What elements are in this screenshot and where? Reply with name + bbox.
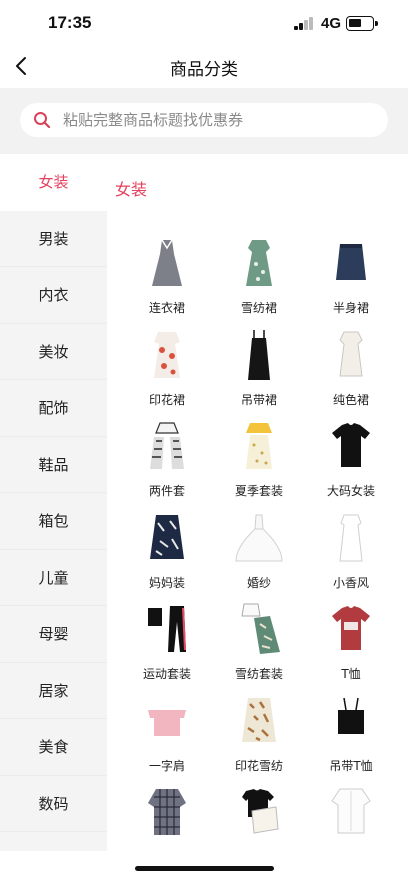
- sidebar-item[interactable]: 内衣: [0, 267, 107, 324]
- subcategory-item[interactable]: [121, 783, 213, 851]
- subcategory-label: 纯色裙: [332, 392, 369, 407]
- network-type: 4G: [321, 15, 342, 32]
- sidebar-item[interactable]: 女装: [0, 154, 107, 211]
- subcategory-label: 运动套装: [142, 667, 191, 681]
- sidebar-item[interactable]: 儿童: [0, 550, 107, 606]
- sport-set-icon: [140, 600, 194, 658]
- subcategory-label: 印花雪纺: [234, 758, 283, 773]
- two-piece-set-icon: [140, 417, 194, 475]
- section-title: 女装: [115, 180, 148, 199]
- subcategory-grid: 连衣裙 雪纺裙 半身裙印花裙 吊带裙 纯色裙两件套 夏季套装 大码女装妈妈装 婚纱 小香风运动套…: [121, 234, 401, 851]
- dress-icon: [140, 234, 194, 292]
- wedding-dress-icon: [232, 509, 286, 567]
- subcategory-item[interactable]: 妈妈装: [121, 509, 213, 601]
- subcategory-item[interactable]: 吊带T恤: [305, 692, 397, 784]
- search-input[interactable]: [63, 103, 373, 137]
- sidebar-item[interactable]: 箱包: [0, 493, 107, 550]
- subcategory-item[interactable]: 连衣裙: [121, 234, 213, 326]
- solid-dress-icon: [324, 326, 378, 384]
- tee-set-icon: [232, 783, 286, 841]
- subcategory-item[interactable]: 一字肩: [121, 692, 213, 784]
- subcategory-item[interactable]: 两件套: [121, 417, 213, 509]
- chiffon-set-icon: [232, 600, 286, 658]
- subcategory-item[interactable]: 雪纺套装: [213, 600, 305, 692]
- subcategory-label: 小香风: [332, 575, 369, 590]
- subcategory-item[interactable]: 婚纱: [213, 509, 305, 601]
- mom-wear-icon: [140, 509, 194, 567]
- subcategory-item[interactable]: 半身裙: [305, 234, 397, 326]
- subcategory-item[interactable]: T恤: [305, 600, 397, 692]
- chiffon-dress-icon: [232, 234, 286, 292]
- tshirt-red-icon: [324, 600, 378, 658]
- subcategory-item[interactable]: 吊带裙: [213, 326, 305, 418]
- subcategory-item[interactable]: 运动套装: [121, 600, 213, 692]
- subcategory-item[interactable]: 印花裙: [121, 326, 213, 418]
- signal-bars-icon: [294, 17, 314, 30]
- skirt-icon: [324, 234, 378, 292]
- subcategory-label: 吊带裙: [240, 392, 277, 407]
- subcategory-item[interactable]: 夏季套装: [213, 417, 305, 509]
- search-area: [0, 88, 408, 154]
- plaid-blouse-icon: [140, 783, 194, 841]
- subcategory-item[interactable]: 纯色裙: [305, 326, 397, 418]
- off-shoulder-top-icon: [140, 692, 194, 750]
- sidebar-item[interactable]: 居家: [0, 663, 107, 719]
- home-indicator: [135, 866, 274, 871]
- sidebar-item[interactable]: 配饰: [0, 380, 107, 437]
- status-bar: 17:35 4G: [0, 0, 408, 46]
- subcategory-label: 婚纱: [246, 575, 271, 590]
- tshirt-icon: [324, 417, 378, 475]
- sidebar-item[interactable]: 鞋品: [0, 437, 107, 493]
- summer-set-icon: [232, 417, 286, 475]
- subcategory-label: 一字肩: [148, 758, 185, 773]
- subcategory-item[interactable]: 印花雪纺: [213, 692, 305, 784]
- subcategory-label: 两件套: [148, 484, 185, 498]
- subcategory-label: 雪纺套装: [234, 667, 283, 681]
- search-box[interactable]: [20, 103, 388, 137]
- chanel-style-icon: [324, 509, 378, 567]
- camisole-icon: [324, 692, 378, 750]
- search-icon: [34, 112, 51, 129]
- sidebar-item[interactable]: 美妆: [0, 324, 107, 380]
- status-time: 17:35: [48, 13, 92, 32]
- subcategory-label: 印花裙: [148, 392, 185, 407]
- slip-dress-icon: [232, 326, 286, 384]
- subcategory-label: T恤: [341, 667, 361, 681]
- sidebar-item[interactable]: 美食: [0, 719, 107, 776]
- printed-dress-icon: [140, 326, 194, 384]
- subcategory-label: 大码女装: [326, 484, 375, 498]
- sidebar-item[interactable]: 男装: [0, 211, 107, 267]
- white-blouse-icon: [324, 783, 378, 841]
- subcategory-item[interactable]: 小香风: [305, 509, 397, 601]
- subcategory-label: 夏季套装: [234, 484, 283, 498]
- subcategory-label: 吊带T恤: [329, 758, 373, 773]
- page-title: 商品分类: [170, 60, 238, 80]
- battery-icon: [346, 16, 378, 31]
- nav-bar: 商品分类: [0, 46, 408, 88]
- printed-chiffon-icon: [232, 692, 286, 750]
- subcategory-item[interactable]: 大码女装: [305, 417, 397, 509]
- subcategory-label: 半身裙: [332, 301, 369, 315]
- sidebar-item[interactable]: 数码: [0, 776, 107, 832]
- subcategory-label: 雪纺裙: [240, 301, 277, 315]
- category-content: 女装 连衣裙 雪纺裙 半身裙印花裙 吊带裙 纯色裙两件套 夏季套装 大码女装妈妈装 婚纱 小香风…: [107, 154, 408, 851]
- subcategory-item[interactable]: [305, 783, 397, 851]
- subcategory-item[interactable]: [213, 783, 305, 851]
- category-sidebar: 女装 男装 内衣 美妆 配饰 鞋品 箱包 儿童 母婴 居家 美食 数码: [0, 154, 107, 851]
- sidebar-item[interactable]: 母婴: [0, 606, 107, 663]
- subcategory-label: 妈妈装: [148, 575, 185, 590]
- subcategory-label: 连衣裙: [148, 301, 185, 315]
- subcategory-item[interactable]: 雪纺裙: [213, 234, 305, 326]
